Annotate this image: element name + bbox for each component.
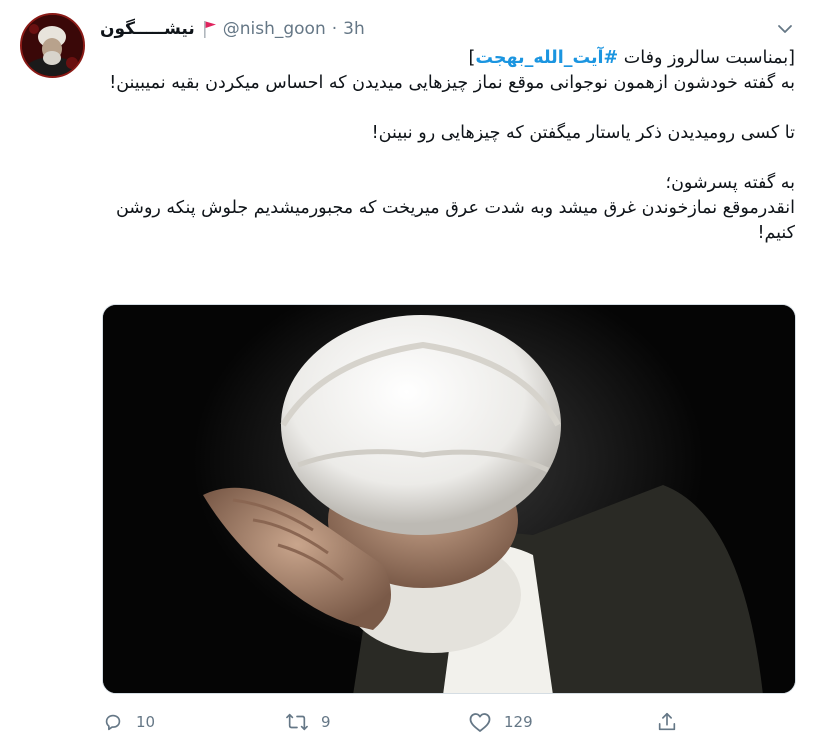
user-handle[interactable]: @nish_goon bbox=[223, 19, 326, 39]
reply-button[interactable]: 10 bbox=[102, 707, 155, 737]
tweet-paragraph-1: به گفته خودشون ازهمون نوجوانی موقع نماز … bbox=[109, 73, 795, 93]
tweet[interactable]: نیشـــــگون @nish_goon · 3h [بمناسبت سال… bbox=[0, 0, 816, 748]
avatar[interactable] bbox=[20, 13, 85, 78]
tweet-paragraph-2: تا کسی رومیدیدن ذکر یاستار میگفتن که چیز… bbox=[371, 123, 795, 143]
share-icon bbox=[658, 712, 676, 731]
like-count: 129 bbox=[504, 713, 533, 731]
praying-cleric-photo bbox=[103, 305, 795, 693]
hashtag-link[interactable]: #آیت_الله_بهجت bbox=[475, 48, 618, 68]
separator-dot: · bbox=[331, 19, 338, 39]
tweet-line-1: [بمناسبت سالروز وفات #آیت_الله_بهجت] bbox=[100, 46, 795, 71]
chevron-down-icon[interactable] bbox=[774, 18, 796, 40]
reply-count: 10 bbox=[136, 713, 156, 731]
display-name[interactable]: نیشـــــگون bbox=[100, 19, 195, 39]
tweet-text: [بمناسبت سالروز وفات #آیت_الله_بهجت] به … bbox=[100, 46, 795, 246]
reply-icon bbox=[105, 714, 121, 731]
line-prefix: [بمناسبت سالروز وفات bbox=[623, 48, 795, 68]
retweet-icon bbox=[286, 713, 308, 731]
retweet-button[interactable]: 9 bbox=[285, 707, 331, 737]
tweet-header: نیشـــــگون @nish_goon · 3h bbox=[100, 16, 365, 42]
avatar-image bbox=[22, 15, 83, 76]
retweet-count: 9 bbox=[321, 713, 331, 731]
share-button[interactable] bbox=[656, 707, 690, 737]
tweet-actions: 10 9 129 bbox=[102, 707, 792, 737]
heart-icon bbox=[469, 713, 491, 732]
tweet-paragraph-3a: به گفته پسرشون؛ bbox=[665, 173, 795, 193]
tweet-media-photo[interactable] bbox=[102, 304, 796, 694]
timestamp[interactable]: 3h bbox=[343, 19, 365, 39]
like-button[interactable]: 129 bbox=[468, 707, 533, 737]
tweet-paragraph-3b: انقدرموقع نمازخوندن غرق میشد وبه شدت عرق… bbox=[115, 198, 795, 243]
red-flag-icon bbox=[203, 20, 217, 38]
